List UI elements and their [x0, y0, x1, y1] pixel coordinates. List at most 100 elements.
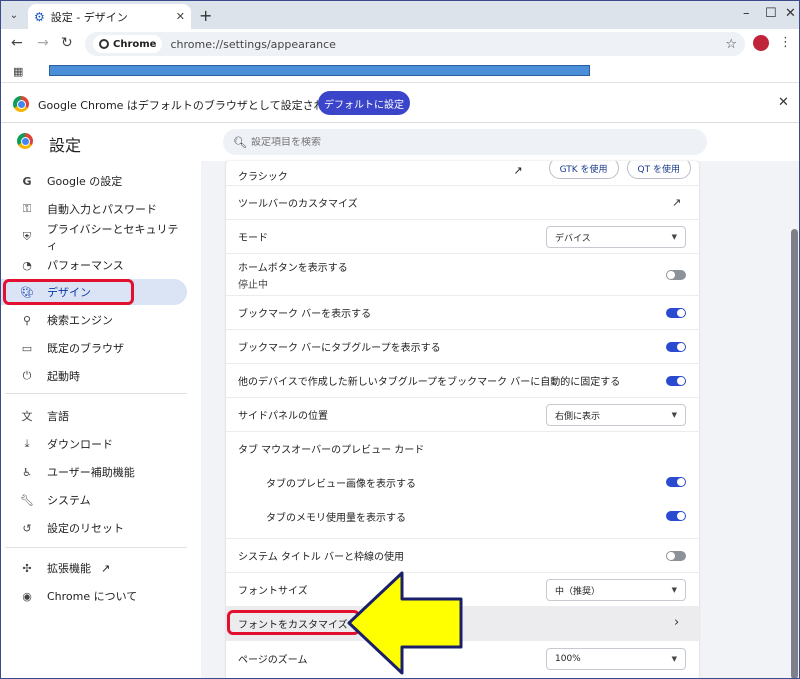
- browser-window: ⌄ ⚙ 設定 - デザイン ✕ + – ☐ ✕ ← → ↻ Chrome chr…: [0, 0, 800, 679]
- pin-tab-groups-row[interactable]: 他のデバイスで作成した新しいタブグループをブックマーク バーに自動的に固定する: [226, 363, 699, 397]
- sidebar-divider: [5, 393, 187, 394]
- sidebar-item-search-engine[interactable]: ⚲ 検索エンジン: [1, 307, 187, 333]
- open-in-new-icon: ↗: [672, 196, 682, 209]
- page-zoom-select[interactable]: 100% ▼: [546, 648, 686, 670]
- sidebar-item-label: 起動時: [47, 370, 80, 383]
- site-chip-label: Chrome: [113, 38, 157, 50]
- sidebar-item-label: システム: [47, 494, 91, 507]
- chevron-down-icon: ▼: [671, 233, 677, 241]
- home-button-row[interactable]: ホームボタンを表示する 停止中: [226, 253, 699, 295]
- reset-icon: ↺: [22, 521, 32, 535]
- chevron-down-icon: ▼: [671, 411, 677, 419]
- sidebar-item-downloads[interactable]: ⤓ ダウンロード: [1, 431, 187, 457]
- chrome-icon: ◉: [22, 589, 32, 603]
- bookmark-bar: ▦: [1, 59, 799, 83]
- shield-icon: ⛨: [22, 230, 32, 243]
- profile-avatar-icon[interactable]: [753, 35, 769, 51]
- pin-tab-groups-toggle[interactable]: [666, 376, 686, 386]
- chevron-down-icon: ▼: [671, 655, 677, 663]
- sidebar-item-autofill[interactable]: ⚿ 自動入力とパスワード: [1, 196, 187, 222]
- default-browser-infobar: Google Chrome はデフォルトのブラウザとして設定されていません デフ…: [1, 83, 799, 123]
- scrollbar-thumb[interactable]: [791, 229, 798, 678]
- tab-search-icon[interactable]: ⌄: [5, 6, 23, 24]
- sidebar-item-label: ユーザー補助機能: [47, 466, 135, 479]
- bookmarks-bar-toggle[interactable]: [666, 308, 686, 318]
- page-zoom-select-value: 100%: [555, 654, 581, 664]
- sidebar-item-about[interactable]: ◉ Chrome について: [1, 583, 187, 609]
- sidebar-item-google[interactable]: G Google の設定: [1, 168, 187, 194]
- system-title-bar-toggle[interactable]: [666, 551, 686, 561]
- side-panel-select[interactable]: 右側に表示 ▼: [546, 404, 686, 426]
- tab-groups-bookmarks-row[interactable]: ブックマーク バーにタブグループを表示する: [226, 329, 699, 363]
- browser-icon: ▭: [21, 341, 33, 355]
- sidebar-item-reset[interactable]: ↺ 設定のリセット: [1, 515, 187, 541]
- settings-search-input[interactable]: [250, 136, 697, 148]
- star-icon[interactable]: ☆: [725, 37, 737, 52]
- settings-sidebar: G Google の設定 ⚿ 自動入力とパスワード ⛨ プライバシーとセキュリテ…: [1, 161, 201, 678]
- forward-icon[interactable]: →: [37, 35, 49, 51]
- sidebar-item-label: 検索エンジン: [47, 314, 113, 327]
- minimize-icon[interactable]: –: [743, 6, 750, 21]
- theme-row: クラシック ↗ GTK を使用 QT を使用: [226, 161, 699, 185]
- tab-title: 設定 - デザイン: [50, 10, 128, 24]
- chevron-down-icon: ▼: [671, 586, 677, 594]
- appearance-highlight-box: [3, 279, 134, 305]
- sidebar-item-default-browser[interactable]: ▭ 既定のブラウザ: [1, 335, 187, 361]
- set-default-button[interactable]: デフォルトに設定: [318, 91, 410, 115]
- search-icon: ⚲: [22, 313, 32, 327]
- font-size-select[interactable]: 中（推奨） ▼: [546, 579, 686, 601]
- qt-button[interactable]: QT を使用: [626, 161, 691, 179]
- pin-tab-groups-label: 他のデバイスで作成した新しいタブグループをブックマーク バーに自動的に固定する: [238, 377, 621, 388]
- sidebar-item-extensions[interactable]: ✣ 拡張機能 ↗: [1, 555, 187, 581]
- back-icon[interactable]: ←: [11, 35, 23, 51]
- memory-usage-toggle[interactable]: [666, 511, 686, 521]
- new-tab-icon[interactable]: +: [199, 6, 212, 25]
- power-icon: ⏻: [22, 369, 32, 382]
- gauge-icon: ◔: [22, 258, 32, 272]
- sidebar-item-label: 設定のリセット: [47, 522, 124, 535]
- sidebar-item-label: 自動入力とパスワード: [47, 203, 157, 216]
- sidebar-item-performance[interactable]: ◔ パフォーマンス: [1, 252, 187, 278]
- puzzle-icon: ✣: [22, 561, 32, 575]
- translate-icon: 文: [21, 410, 33, 423]
- bookmarks-bar-row[interactable]: ブックマーク バーを表示する: [226, 295, 699, 329]
- preview-image-toggle[interactable]: [666, 477, 686, 487]
- maximize-icon[interactable]: ☐: [765, 6, 777, 21]
- omnibox[interactable]: Chrome chrome://settings/appearance ☆: [85, 32, 745, 56]
- search-icon: 🔍︎: [233, 135, 247, 149]
- home-button-toggle[interactable]: [666, 270, 686, 280]
- sidebar-item-privacy[interactable]: ⛨ プライバシーとセキュリティ: [1, 223, 187, 252]
- customize-toolbar-row[interactable]: ツールバーのカスタマイズ ↗: [226, 185, 699, 219]
- mode-select[interactable]: デバイス ▼: [546, 226, 686, 248]
- chrome-logo-icon: [17, 133, 33, 149]
- system-title-bar-row[interactable]: システム タイトル バーと枠線の使用: [226, 538, 699, 572]
- open-in-new-icon[interactable]: ↗: [513, 161, 522, 177]
- sidebar-item-languages[interactable]: 文 言語: [1, 403, 187, 429]
- window-close-icon[interactable]: ✕: [785, 6, 796, 21]
- site-chip[interactable]: Chrome: [93, 35, 163, 53]
- google-g-icon: G: [22, 174, 32, 188]
- sidebar-item-system[interactable]: 🔧︎ システム: [1, 487, 187, 513]
- settings-search[interactable]: 🔍︎: [223, 129, 707, 155]
- apps-grid-icon[interactable]: ▦: [13, 65, 23, 78]
- sidebar-item-startup[interactable]: ⏻ 起動時: [1, 363, 187, 389]
- close-icon[interactable]: ✕: [176, 10, 185, 23]
- reload-icon[interactable]: ↻: [61, 35, 73, 51]
- more-menu-icon[interactable]: ⋮: [779, 35, 792, 50]
- url-text[interactable]: chrome://settings/appearance: [170, 38, 725, 51]
- sidebar-item-accessibility[interactable]: ♿︎ ユーザー補助機能: [1, 459, 187, 485]
- open-in-new-icon: ↗: [101, 561, 111, 575]
- memory-usage-label: タブのメモリ使用量を表示する: [266, 512, 406, 524]
- page-title: 設定: [49, 136, 82, 155]
- memory-usage-row[interactable]: タブのメモリ使用量を表示する: [226, 499, 699, 533]
- tab-settings[interactable]: ⚙ 設定 - デザイン ✕: [28, 4, 191, 29]
- gtk-button[interactable]: GTK を使用: [548, 161, 619, 179]
- bookmarks-bar-label: ブックマーク バーを表示する: [238, 309, 372, 320]
- home-button-label: ホームボタンを表示する: [238, 262, 348, 274]
- wrench-icon: 🔧︎: [20, 493, 34, 507]
- tab-groups-bookmarks-toggle[interactable]: [666, 342, 686, 352]
- infobar-close-icon[interactable]: ✕: [778, 95, 789, 110]
- sidebar-item-label: Google の設定: [47, 175, 123, 188]
- system-title-bar-label: システム タイトル バーと枠線の使用: [238, 552, 405, 563]
- preview-image-row[interactable]: タブのプレビュー画像を表示する: [226, 465, 699, 499]
